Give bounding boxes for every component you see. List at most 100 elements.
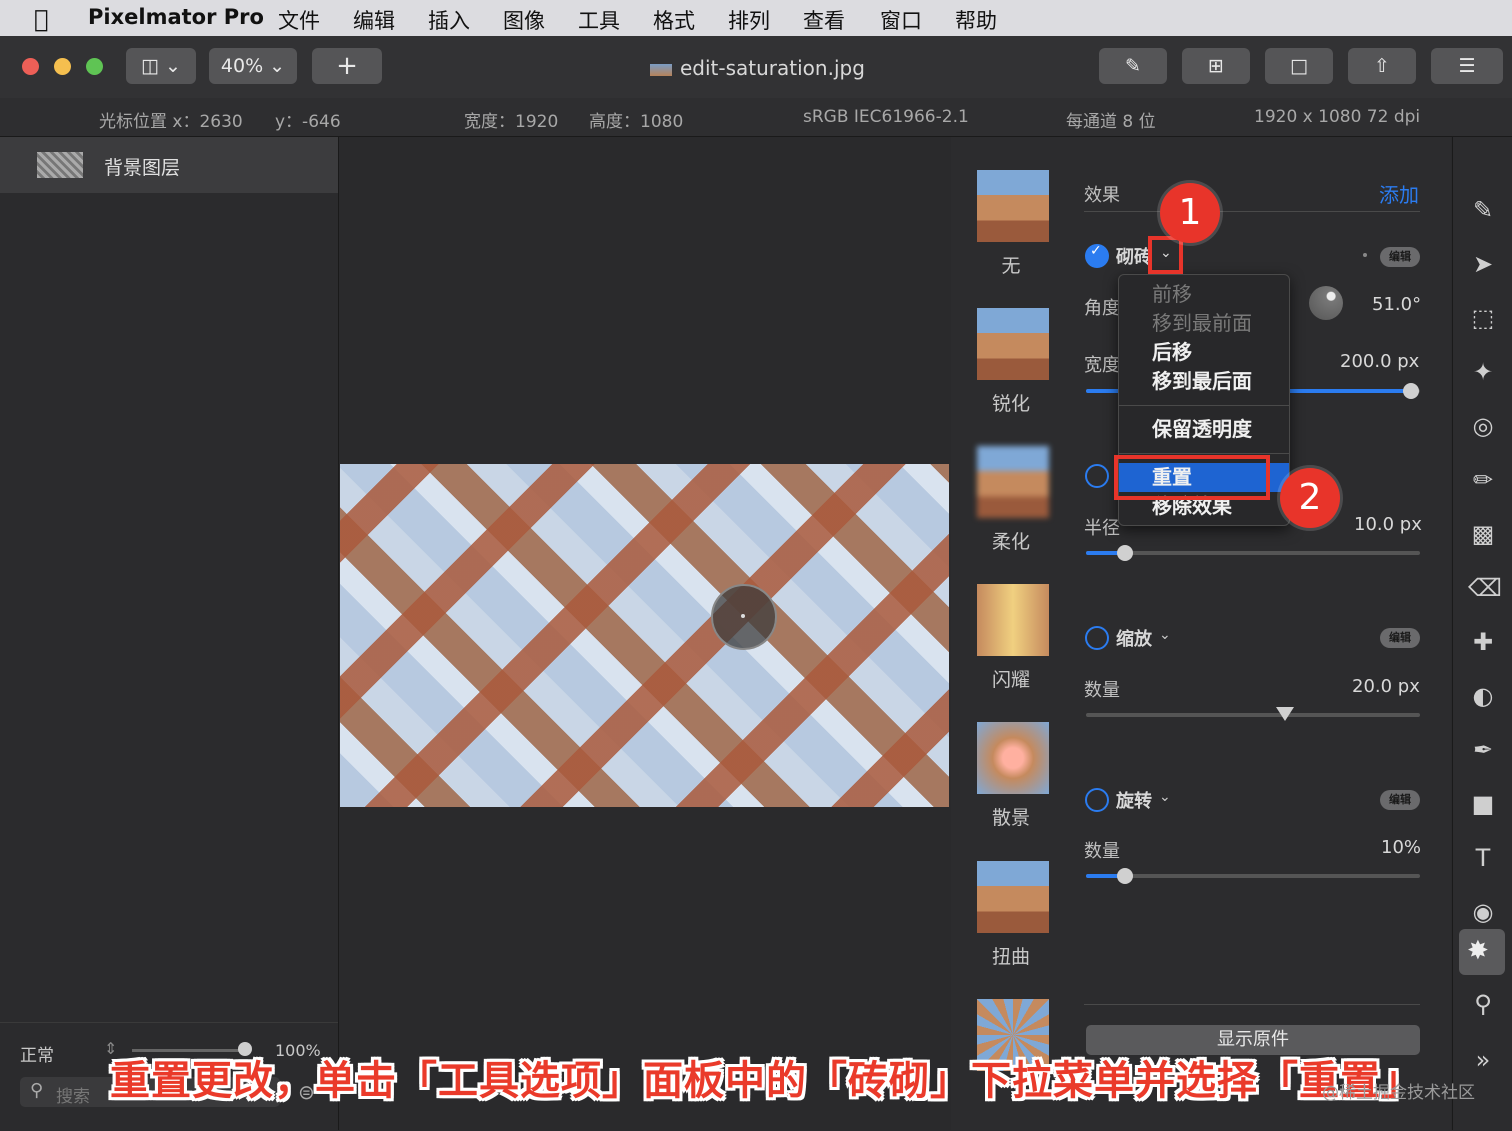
type-tool-icon[interactable]: T [1468, 843, 1498, 873]
arrange-tool-icon[interactable]: ➤ [1468, 249, 1498, 279]
width-slider-knob[interactable] [1403, 383, 1419, 399]
width-value: 200.0 px [1340, 351, 1420, 372]
menu-arrange[interactable]: 排列 [728, 5, 770, 35]
checkmark-icon: ✓ [1090, 243, 1102, 259]
style-tool-icon[interactable]: ✎ [1468, 195, 1498, 225]
effect-thumb-sharpen[interactable] [977, 308, 1049, 380]
pen-tool-icon[interactable]: ✒ [1468, 735, 1498, 765]
effect-thumb-glow[interactable] [977, 584, 1049, 656]
close-button[interactable] [22, 58, 39, 75]
zoom-tool-icon[interactable]: ⚲ [1468, 989, 1498, 1019]
effect-thumb-soften[interactable] [977, 446, 1049, 518]
magic-select-tool-icon[interactable]: ✦ [1468, 357, 1498, 387]
info-bar: 光标位置 x：2630 y：-646 宽度：1920 高度：1080 sRGB … [0, 98, 1512, 137]
add-effect-button[interactable]: 添加 [1379, 179, 1419, 208]
effect-label-soften: 柔化 [991, 531, 1030, 553]
annotation-highlight-dropdown [1148, 236, 1183, 274]
annotation-callout-1: 1 [1160, 183, 1220, 243]
rotate-amount-slider[interactable] [1086, 874, 1420, 878]
effect-thumb-distort[interactable] [977, 861, 1049, 933]
share-button[interactable]: ⇧ [1348, 48, 1416, 84]
apple-icon[interactable]:  [34, 5, 48, 33]
menu-item-preserve-transparency[interactable]: 保留透明度 [1119, 415, 1289, 444]
canvas-area[interactable] [339, 137, 950, 1130]
zoom-amount-slider-knob[interactable] [1276, 707, 1294, 721]
zoom-button[interactable] [86, 58, 103, 75]
chevron-down-icon[interactable]: ⌄ [1159, 789, 1171, 805]
rotate-edit-button[interactable]: 编辑 [1380, 790, 1420, 810]
menu-item-backward[interactable]: 后移 [1119, 338, 1289, 367]
blend-mode-select[interactable]: 正常 [20, 1041, 54, 1066]
radius-slider-knob[interactable] [1117, 545, 1133, 561]
zoom-select[interactable]: 40% ⌄ [209, 48, 297, 84]
document-icon: □ [1290, 55, 1308, 77]
menu-insert[interactable]: 插入 [428, 5, 470, 35]
shape-tool-icon[interactable]: ■ [1468, 789, 1498, 819]
search-icon: ⚲ [30, 1080, 44, 1101]
dot-icon [1363, 253, 1367, 257]
layer-row[interactable]: 背景图层 [0, 137, 338, 193]
brush-tool-button[interactable]: ✎ [1099, 48, 1167, 84]
rotate-amount-value: 10% [1381, 837, 1422, 858]
menu-image[interactable]: 图像 [503, 5, 545, 35]
zoom-amount-value: 20.0 px [1352, 676, 1420, 697]
rotate-amount-slider-knob[interactable] [1117, 868, 1133, 884]
layer-thumbnail [37, 152, 83, 178]
crop-icon: ⊞ [1208, 55, 1224, 77]
gradient-tool-icon[interactable]: ▩ [1468, 519, 1498, 549]
divider [1084, 1004, 1420, 1005]
cursor-y: y：-646 [275, 112, 341, 132]
add-button[interactable]: + [312, 48, 382, 84]
sidebar-toggle-button[interactable]: ◫ ⌄ [126, 48, 196, 84]
effect-thumb-bokeh[interactable] [977, 722, 1049, 794]
effects-tool-button[interactable]: ✸ [1459, 929, 1505, 975]
minimize-button[interactable] [54, 58, 71, 75]
crop-button[interactable]: ⊞ [1182, 48, 1250, 84]
menu-item-send-to-back[interactable]: 移到最后面 [1119, 367, 1289, 396]
document-button[interactable]: □ [1265, 48, 1333, 84]
selection-tool-icon[interactable]: ⬚ [1468, 303, 1498, 333]
erase-tool-icon[interactable]: ⌫ [1468, 573, 1502, 603]
menu-tools[interactable]: 工具 [578, 5, 620, 35]
radius-value: 10.0 px [1354, 514, 1422, 535]
retouch-tool-icon[interactable]: ✚ [1468, 627, 1498, 657]
menu-file[interactable]: 文件 [278, 5, 320, 35]
expand-chevron-icon[interactable]: » [1468, 1045, 1498, 1075]
menu-window[interactable]: 窗口 [880, 5, 922, 35]
effect2-checkbox[interactable] [1085, 464, 1109, 488]
document-thumbnail [650, 63, 672, 76]
menu-format[interactable]: 格式 [653, 5, 695, 35]
warp-tool-icon[interactable]: ◐ [1468, 681, 1498, 711]
share-icon: ⇧ [1374, 55, 1390, 77]
zoom-edit-button[interactable]: 编辑 [1380, 628, 1420, 648]
app-menu[interactable]: Pixelmator Pro [88, 5, 264, 29]
rotate-effect-checkbox[interactable] [1085, 788, 1109, 812]
menu-help[interactable]: 帮助 [955, 5, 997, 35]
canvas-image[interactable] [340, 464, 949, 807]
brush-icon: ✎ [1125, 55, 1141, 77]
angle-value: 51.0° [1372, 294, 1422, 315]
color-profile: sRGB IEC61966-2.1 [803, 107, 969, 127]
radius-slider[interactable] [1086, 551, 1420, 555]
adjustments-button[interactable]: ☰ [1431, 48, 1503, 84]
zoom-amount-slider[interactable] [1086, 713, 1420, 717]
color-select-tool-icon[interactable]: ◎ [1468, 411, 1498, 441]
angle-label: 角度 [1084, 298, 1120, 319]
effect1-edit-button[interactable]: 编辑 [1380, 247, 1420, 267]
effect-label-none: 无 [1001, 255, 1021, 277]
zoom-effect-name: 缩放 [1116, 629, 1152, 650]
effect-label-sharpen: 锐化 [991, 393, 1030, 415]
bit-depth: 每通道 8 位 [1066, 112, 1156, 132]
menu-view[interactable]: 查看 [803, 5, 845, 35]
layers-panel: 背景图层 正常 ⇕ 100% ⚲ 搜索 ⊜ [0, 137, 339, 1130]
paint-tool-icon[interactable]: ✏ [1468, 465, 1498, 495]
color-adjust-tool-icon[interactable]: ◉ [1468, 897, 1498, 927]
chevron-down-icon[interactable]: ⌄ [1159, 627, 1171, 643]
menu-edit[interactable]: 编辑 [353, 5, 395, 35]
angle-dial[interactable] [1309, 286, 1343, 320]
effects-tool-icon: ✸ [1467, 936, 1489, 966]
effect-thumb-none[interactable] [977, 170, 1049, 242]
tutorial-caption: 重置更改，单击「工具选项」面板中的「砖砌」下拉菜单并选择「重置」 [110, 1058, 1422, 1104]
zoom-effect-checkbox[interactable] [1085, 626, 1109, 650]
radius-label: 半径 [1084, 518, 1120, 539]
